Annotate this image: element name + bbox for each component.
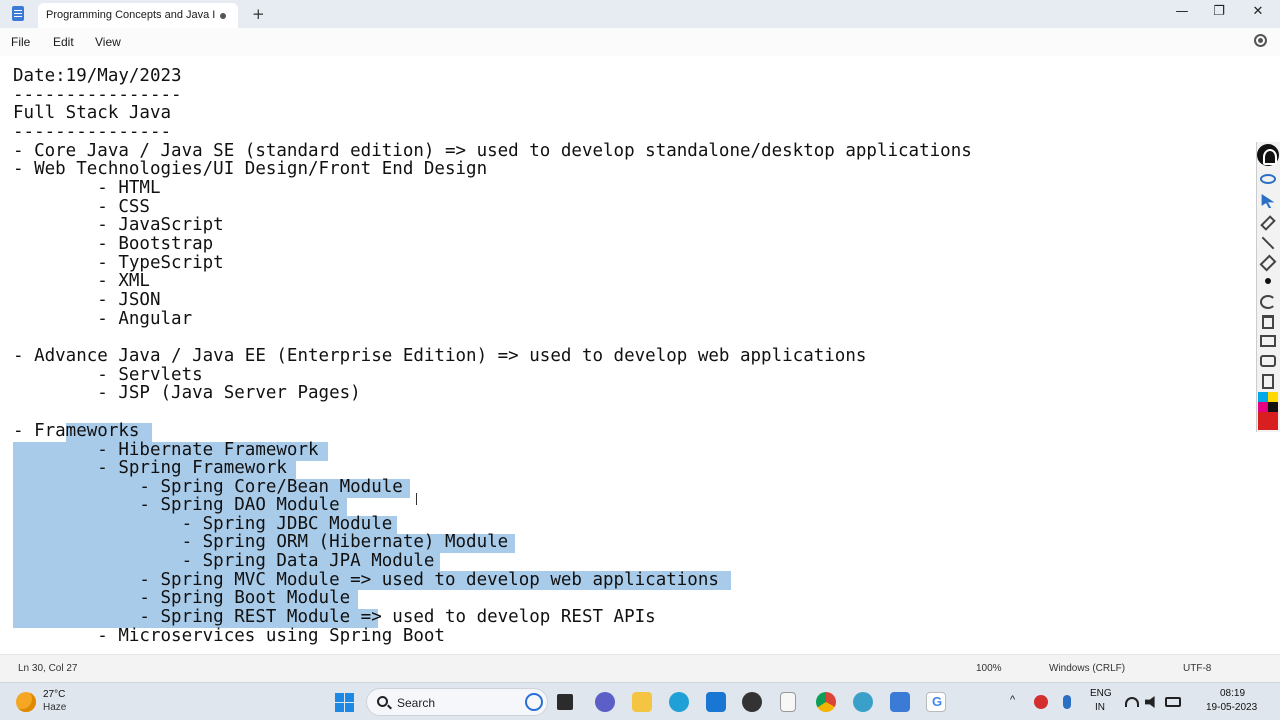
color-swatch-black[interactable] bbox=[1268, 402, 1278, 412]
editor-line: - JSP (Java Server Pages) bbox=[13, 383, 361, 403]
status-bar: Ln 30, Col 27 100% Windows (CRLF) UTF-8 bbox=[0, 654, 1280, 682]
teams-chat-icon[interactable] bbox=[595, 692, 615, 712]
input-region[interactable]: IN bbox=[1095, 702, 1105, 713]
bing-icon[interactable] bbox=[525, 693, 543, 711]
weather-condition[interactable]: Haze bbox=[43, 702, 66, 713]
color-swatch-red[interactable] bbox=[1258, 412, 1278, 430]
trash-icon[interactable] bbox=[1262, 315, 1274, 329]
search-label: Search bbox=[397, 696, 436, 710]
clock-time[interactable]: 08:19 bbox=[1220, 688, 1245, 699]
globe-app-icon[interactable] bbox=[853, 692, 873, 712]
volume-icon[interactable] bbox=[1145, 696, 1155, 708]
menu-edit[interactable]: Edit bbox=[53, 35, 74, 49]
file-explorer-icon[interactable] bbox=[632, 692, 652, 712]
taskbar-search[interactable]: Search bbox=[366, 688, 548, 716]
eye-icon[interactable] bbox=[1260, 174, 1276, 184]
editor-line: - Spring Framework bbox=[13, 458, 287, 478]
color-swatch-magenta[interactable] bbox=[1258, 402, 1268, 412]
editor-line: - XML bbox=[13, 271, 150, 291]
settings-gear-icon[interactable] bbox=[1254, 34, 1267, 47]
notepad-taskbar-icon[interactable] bbox=[890, 692, 910, 712]
annotation-app-icon[interactable] bbox=[1257, 144, 1279, 166]
editor-line: - Bootstrap bbox=[13, 234, 214, 254]
editor-line: - Web Technologies/UI Design/Front End D… bbox=[13, 159, 488, 179]
task-view-icon[interactable] bbox=[557, 694, 573, 710]
taskbar: 27°C Haze Search G ^ ENG IN 08:19 19-05-… bbox=[0, 682, 1280, 720]
clipboard-icon[interactable] bbox=[1262, 374, 1274, 389]
text-editor[interactable]: Date:19/May/2023 ---------------- Full S… bbox=[0, 56, 1255, 654]
zoom-level[interactable]: 100% bbox=[976, 663, 1002, 674]
editor-line: - Spring REST Module => used to develop … bbox=[13, 607, 656, 627]
editor-line: - Spring Boot Module bbox=[13, 588, 351, 608]
close-button[interactable]: ✕ bbox=[1248, 4, 1268, 19]
editor-line: - Spring DAO Module bbox=[13, 495, 340, 515]
undo-icon[interactable] bbox=[1260, 295, 1276, 309]
weather-icon[interactable] bbox=[16, 692, 36, 712]
pen-size-dot-icon[interactable] bbox=[1265, 278, 1271, 284]
edge-browser-icon[interactable] bbox=[669, 692, 689, 712]
weather-temperature[interactable]: 27°C bbox=[43, 689, 65, 700]
color-swatch-yellow[interactable] bbox=[1268, 392, 1278, 402]
editor-line: - Frameworks bbox=[13, 421, 140, 441]
i-beam-cursor-icon bbox=[416, 493, 417, 505]
encoding[interactable]: UTF-8 bbox=[1183, 663, 1211, 674]
menu-file[interactable]: File bbox=[11, 35, 30, 49]
microphone-icon[interactable] bbox=[1063, 695, 1071, 709]
editor-line: - JSON bbox=[13, 290, 161, 310]
document-icon[interactable] bbox=[780, 692, 796, 712]
editor-line: Date:19/May/2023 bbox=[13, 66, 182, 86]
battery-icon[interactable] bbox=[1165, 697, 1181, 707]
minimize-button[interactable]: — bbox=[1172, 4, 1192, 19]
wifi-icon[interactable] bbox=[1125, 697, 1139, 707]
clock-date[interactable]: 19-05-2023 bbox=[1206, 702, 1257, 713]
maximize-button[interactable]: ❐ bbox=[1209, 4, 1229, 19]
editor-line: - Microservices using Spring Boot bbox=[13, 626, 445, 646]
chrome-icon[interactable] bbox=[816, 692, 836, 712]
editor-line: - Advance Java / Java EE (Enterprise Edi… bbox=[13, 346, 867, 366]
line-ending[interactable]: Windows (CRLF) bbox=[1049, 663, 1125, 674]
input-language[interactable]: ENG bbox=[1090, 688, 1112, 699]
editor-line: --------------- bbox=[13, 122, 172, 142]
color-palette[interactable] bbox=[1258, 392, 1278, 430]
editor-line: - Angular bbox=[13, 309, 193, 329]
cursor-position: Ln 30, Col 27 bbox=[18, 663, 78, 674]
camera-icon[interactable] bbox=[1260, 355, 1276, 367]
color-swatch-cyan[interactable] bbox=[1258, 392, 1268, 402]
editor-line: Full Stack Java bbox=[13, 103, 172, 123]
editor-line: - HTML bbox=[13, 178, 161, 198]
windows-start-icon[interactable] bbox=[335, 693, 354, 712]
notepad-icon bbox=[12, 6, 24, 21]
unsaved-dot-icon[interactable] bbox=[220, 13, 226, 19]
menu-view[interactable]: View bbox=[95, 35, 121, 49]
editor-line: - Spring Data JPA Module bbox=[13, 551, 435, 571]
editor-line: - Spring ORM (Hibernate) Module bbox=[13, 532, 509, 552]
whiteboard-icon[interactable] bbox=[1260, 335, 1276, 347]
dell-icon[interactable] bbox=[742, 692, 762, 712]
tab-title: Programming Concepts and Java Ir bbox=[46, 9, 216, 21]
title-bar: Programming Concepts and Java Ir + — ❐ ✕ bbox=[0, 0, 1280, 28]
chrome-google-icon[interactable]: G bbox=[926, 692, 946, 712]
tab-document[interactable]: Programming Concepts and Java Ir bbox=[38, 3, 238, 28]
chevron-up-icon[interactable]: ^ bbox=[1010, 694, 1015, 706]
editor-line: - JavaScript bbox=[13, 215, 224, 235]
microsoft-store-icon[interactable] bbox=[706, 692, 726, 712]
menu-bar: File Edit View bbox=[0, 28, 1280, 56]
search-icon bbox=[377, 696, 388, 707]
google-g-label: G bbox=[932, 694, 943, 709]
new-tab-button[interactable]: + bbox=[252, 5, 265, 23]
security-shield-icon[interactable] bbox=[1034, 695, 1048, 709]
